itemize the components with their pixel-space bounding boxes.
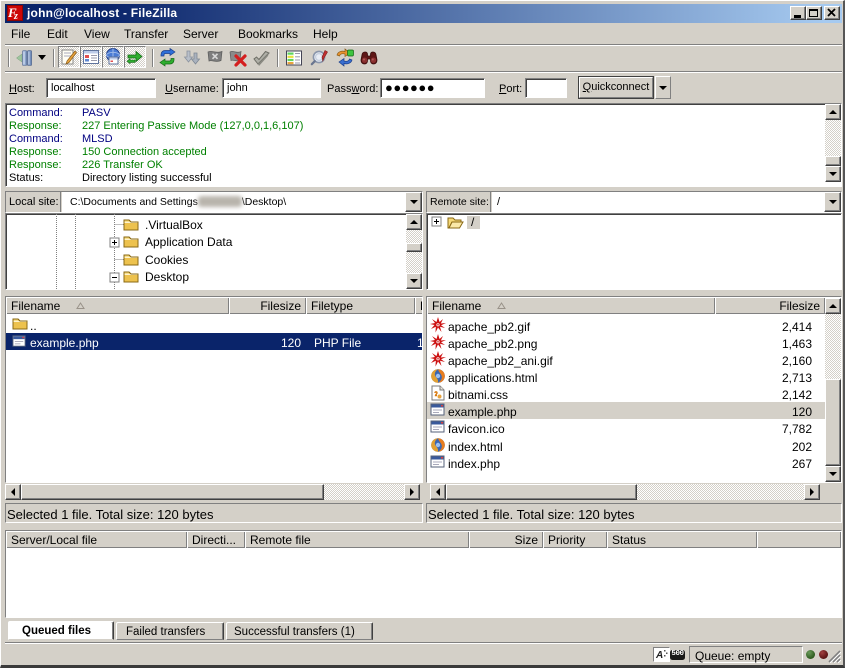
- svg-text:Cookies: Cookies: [145, 253, 188, 267]
- svg-text:.VirtualBox: .VirtualBox: [145, 218, 203, 232]
- svg-text:A: A: [655, 650, 663, 660]
- svg-text:Application Data: Application Data: [145, 235, 233, 249]
- svg-text:z: z: [13, 11, 18, 20]
- svg-text:Desktop: Desktop: [145, 270, 189, 284]
